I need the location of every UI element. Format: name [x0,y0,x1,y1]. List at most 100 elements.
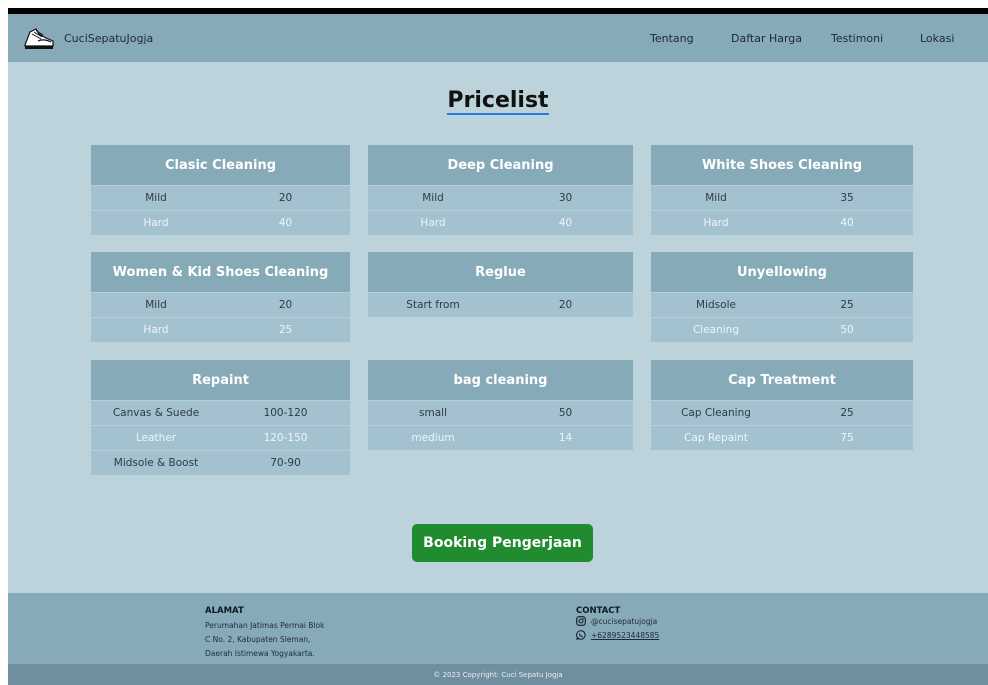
price-value: 20 [278,192,293,204]
price-value: 40 [278,217,293,229]
price-card-clasic-cleaning: Clasic Cleaning Mild 20 Hard 40 [91,145,350,235]
price-row: Cap Repaint 75 [651,425,913,450]
page-title-text: Pricelist [447,88,549,115]
price-card-reglue: Reglue Start from 20 [368,252,633,317]
card-title: Cap Treatment [651,360,913,400]
price-value: 70-90 [270,457,301,469]
price-label: Cap Repaint [684,432,748,444]
instagram-handle: @cucisepatujogja [591,616,658,626]
price-label: Midsole & Boost [113,457,199,469]
navbar: CuciSepatuJogja Tentang Daftar Harga Tes… [8,14,988,62]
price-row: Start from 20 [368,292,633,317]
ghost-page-title: Daftar Harga [20,0,104,9]
price-label: Cleaning [692,324,740,336]
price-value: 120-150 [263,432,308,444]
copyright-text: © 2023 Copyright: Cuci Sepatu Jogja [433,670,563,679]
price-row: Mild 35 [651,185,913,210]
price-value: 100-120 [263,407,308,419]
price-value: 20 [558,299,573,311]
brand[interactable]: CuciSepatuJogja [22,23,153,53]
page-title: Pricelist [8,88,988,115]
price-card-repaint: Repaint Canvas & Suede 100-120 Leather 120… [91,360,350,475]
price-card-bag-cleaning: bag cleaning small 50 medium 14 [368,360,633,450]
nav-link-lokasi[interactable]: Lokasi [920,32,954,45]
card-title: Unyellowing [651,252,913,292]
price-card-cap-treatment: Cap Treatment Cap Cleaning 25 Cap Repaint… [651,360,913,450]
nav-link-daftar-harga[interactable]: Daftar Harga [731,32,802,45]
address-line: Perumahan Jatimas Permai Blok [205,621,325,630]
card-title: Clasic Cleaning [91,145,350,185]
price-row: Hard 25 [91,317,350,342]
price-row: Canvas & Suede 100-120 [91,400,350,425]
price-label: Hard [703,217,729,229]
card-title: bag cleaning [368,360,633,400]
price-label: Hard [143,217,169,229]
price-card-white-shoes-cleaning: White Shoes Cleaning Mild 35 Hard 40 [651,145,913,235]
price-row: Midsole & Boost 70-90 [91,450,350,475]
nav-link-tentang[interactable]: Tentang [650,32,694,45]
price-row: small 50 [368,400,633,425]
price-label: Leather [135,432,177,444]
price-label: Mild [145,192,167,204]
browser-viewport: CuciSepatuJogja Tentang Daftar Harga Tes… [8,8,988,685]
card-title: Repaint [91,360,350,400]
price-row: Cleaning 50 [651,317,913,342]
price-label: Start from [406,299,460,311]
price-value: 25 [278,324,293,336]
price-card-deep-cleaning: Deep Cleaning Mild 30 Hard 40 [368,145,633,235]
price-value: 50 [840,324,854,336]
instagram-icon [576,616,586,626]
card-title: White Shoes Cleaning [651,145,913,185]
price-label: Hard [143,324,169,336]
sneaker-logo-icon [24,28,54,49]
brand-name: CuciSepatuJogja [64,31,154,45]
price-value: 20 [278,299,293,311]
nav-link-testimoni[interactable]: Testimoni [831,32,883,45]
price-label: Midsole [696,299,736,311]
card-title: Deep Cleaning [368,145,633,185]
price-row: Midsole 25 [651,292,913,317]
price-label: Mild [422,192,444,204]
price-label: medium [411,432,455,444]
price-row: Hard 40 [91,210,350,235]
address-line: C No. 2, Kabupaten Sleman, [205,635,311,644]
price-label: Hard [420,217,446,229]
price-row: Leather 120-150 [91,425,350,450]
price-card-women-kid-shoes-cleaning: Women & Kid Shoes Cleaning Mild 20 Hard 25 [91,252,350,342]
price-value: 75 [840,432,854,444]
pricelist-section: Pricelist Clasic Cleaning Mild 20 Hard 40 … [8,62,988,593]
price-row: Hard 40 [651,210,913,235]
price-row: Cap Cleaning 25 [651,400,913,425]
whatsapp-icon [576,630,586,640]
booking-button[interactable]: Booking Pengerjaan [412,524,593,562]
price-value: 25 [840,299,854,311]
whatsapp-number: +6289523448585 [591,630,660,640]
contact-title: CONTACT [576,606,621,616]
price-value: 30 [558,192,573,204]
price-row: medium 14 [368,425,633,450]
price-label: small [419,407,447,419]
price-row: Mild 30 [368,185,633,210]
price-label: Mild [705,192,727,204]
price-card-unyellowing: Unyellowing Midsole 25 Cleaning 50 [651,252,913,342]
price-value: 25 [840,407,854,419]
instagram-contact[interactable]: @cucisepatujogja [576,616,657,626]
price-value: 35 [840,192,854,204]
card-title: Women & Kid Shoes Cleaning [91,252,350,292]
address-title: ALAMAT [205,606,244,616]
copyright-bar: © 2023 Copyright: Cuci Sepatu Jogja [8,664,988,685]
address-line: Daerah Istimewa Yogyakarta. [205,649,315,658]
price-label: Cap Cleaning [681,407,751,419]
footer: ALAMAT Perumahan Jatimas Permai Blok C N… [8,593,988,664]
price-value: 50 [558,407,573,419]
whatsapp-contact[interactable]: +6289523448585 [576,630,659,640]
price-row: Mild 20 [91,185,350,210]
price-value: 14 [558,432,573,444]
price-label: Mild [145,299,167,311]
price-row: Mild 20 [91,292,350,317]
price-value: 40 [558,217,573,229]
card-title: Reglue [368,252,633,292]
price-value: 40 [840,217,854,229]
price-row: Hard 40 [368,210,633,235]
price-label: Canvas & Suede [112,407,200,419]
